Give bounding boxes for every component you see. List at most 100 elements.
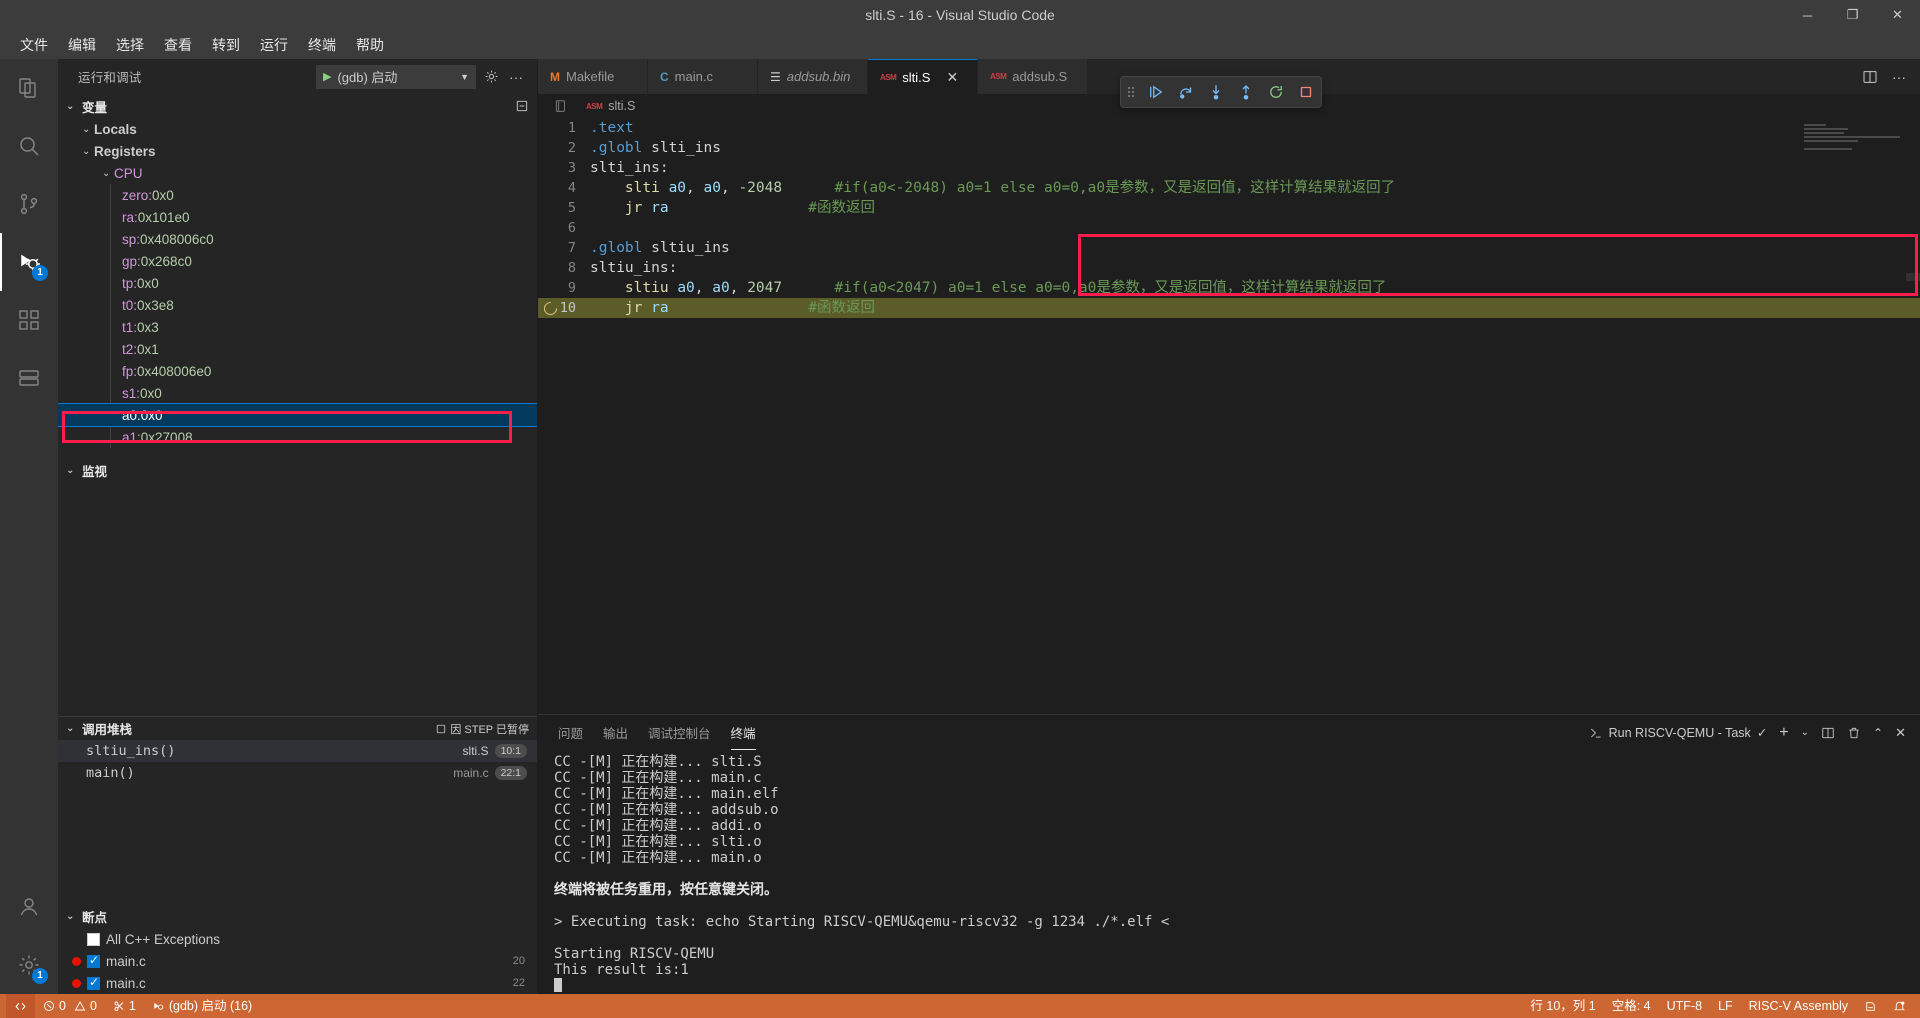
code-line[interactable]: 1 .text — [538, 118, 1920, 138]
menu-edit[interactable]: 编辑 — [58, 33, 106, 57]
stop-icon[interactable] — [1297, 83, 1315, 101]
register-row[interactable]: t1: 0x3 — [58, 316, 537, 338]
panel-tab[interactable]: 问题 — [558, 715, 583, 750]
variables-header[interactable]: ⌄ 变量 — [58, 94, 537, 118]
register-row[interactable]: t2: 0x1 — [58, 338, 537, 360]
callstack-frame[interactable]: main() main.c 22:1 — [58, 762, 537, 784]
remote-window-icon[interactable] — [6, 994, 35, 1018]
maximize-icon[interactable]: ❐ — [1830, 0, 1875, 30]
register-row[interactable]: sp: 0x408006c0 — [58, 228, 537, 250]
minimize-icon[interactable]: ─ — [1785, 0, 1830, 30]
extensions-icon[interactable] — [0, 291, 58, 349]
menu-help[interactable]: 帮助 — [346, 33, 394, 57]
panel-tab[interactable]: 调试控制台 — [648, 715, 711, 750]
breakpoint-checkbox[interactable] — [87, 953, 100, 968]
source-control-icon[interactable] — [0, 175, 58, 233]
explorer-icon[interactable] — [0, 59, 58, 117]
register-row[interactable]: s1: 0x0 — [58, 382, 537, 404]
breakpoint-row[interactable]: main.c 20 — [58, 950, 537, 972]
status-language-mode[interactable]: RISC-V Assembly — [1741, 994, 1856, 1018]
editor-tab[interactable]: Cmain.c — [648, 59, 758, 94]
menu-selection[interactable]: 选择 — [106, 33, 154, 57]
editor-more-actions-icon[interactable]: ··· — [1892, 69, 1906, 85]
terminal-task-chip[interactable]: Run RISCV-QEMU - Task ✓ — [1589, 725, 1767, 740]
code-editor[interactable]: 1 .text 2 .globl slti_ins 3 slti_ins: 4 slti a… — [538, 118, 1920, 714]
editor-tab[interactable]: M Makefile — [538, 59, 648, 94]
close-panel-icon[interactable]: ✕ — [1895, 725, 1906, 741]
code-line[interactable]: 7 .globl sltiu_ins — [538, 238, 1920, 258]
terminal-dropdown-icon[interactable]: ⌄ — [1801, 727, 1809, 738]
callstack-frame[interactable]: sltiu_ins() slti.S 10:1 — [58, 740, 537, 762]
settings-gear-icon[interactable]: 1 — [0, 936, 58, 994]
sidebar-more-actions-icon[interactable]: ··· — [507, 69, 525, 85]
status-encoding[interactable]: UTF-8 — [1659, 994, 1710, 1018]
drag-handle-icon[interactable] — [1127, 84, 1135, 100]
code-line[interactable]: 5 jr ra #函数返回 — [538, 198, 1920, 218]
register-row[interactable]: fp: 0x408006e0 — [58, 360, 537, 382]
status-indentation[interactable]: 空格: 4 — [1604, 994, 1659, 1018]
step-into-icon[interactable] — [1207, 83, 1225, 101]
status-debug-session[interactable]: (gdb) 启动 (16) — [144, 994, 260, 1018]
code-line[interactable]: 10 jr ra #函数返回 — [538, 298, 1920, 318]
register-row[interactable]: zero: 0x0 — [58, 184, 537, 206]
status-ports[interactable]: 1 — [105, 994, 144, 1018]
breakpoints-header[interactable]: ⌄ 断点 — [58, 904, 537, 928]
panel-tab[interactable]: 终端 — [730, 715, 756, 750]
breakpoint-checkbox[interactable] — [87, 932, 100, 946]
status-eol[interactable]: LF — [1710, 994, 1741, 1018]
maximize-panel-icon[interactable]: ⌃ — [1873, 726, 1883, 740]
new-terminal-icon[interactable]: + — [1779, 724, 1788, 742]
smiley-icon[interactable] — [1856, 994, 1885, 1018]
split-editor-icon[interactable] — [1862, 69, 1878, 85]
breakpoint-row[interactable]: All C++ Exceptions — [58, 928, 537, 950]
scrollbar-decoration[interactable] — [1906, 273, 1920, 281]
panel-tab[interactable]: 输出 — [603, 715, 628, 750]
register-row[interactable]: t0: 0x3e8 — [58, 294, 537, 316]
tree-item-registers[interactable]: ⌄ Registers — [58, 140, 537, 162]
menu-run[interactable]: 运行 — [250, 33, 298, 57]
register-row[interactable]: tp: 0x0 — [58, 272, 537, 294]
code-line[interactable]: 4 slti a0, a0, -2048 #if(a0<-2048) a0=1 … — [538, 178, 1920, 198]
register-row[interactable]: a1: 0x27008 — [58, 426, 537, 448]
accounts-icon[interactable] — [0, 878, 58, 936]
editor-tab[interactable]: ASM addsub.S — [978, 59, 1088, 94]
breakpoint-checkbox[interactable] — [87, 975, 100, 990]
debug-config-select[interactable]: ▶ (gdb) 启动 ▼ — [316, 64, 476, 89]
menu-go[interactable]: 转到 — [202, 33, 250, 57]
breadcrumb-file[interactable]: slti.S — [608, 99, 635, 113]
terminal-output[interactable]: CC -[M] 正在构建... slti.S CC -[M] 正在构建... ma… — [538, 750, 1920, 994]
tree-item-cpu[interactable]: ⌄ CPU — [58, 162, 537, 184]
run-and-debug-icon[interactable]: 1 — [0, 233, 58, 291]
code-line[interactable]: 3 slti_ins: — [538, 158, 1920, 178]
callstack-header[interactable]: ⌄ 调用堆栈 因 STEP 已暂停 — [58, 716, 537, 740]
tree-item-locals[interactable]: ⌄ Locals — [58, 118, 537, 140]
editor-tab[interactable]: ASM slti.S ✕ — [868, 59, 978, 94]
status-cursor-position[interactable]: 行 10，列 1 — [1522, 994, 1603, 1018]
breakpoint-row[interactable]: main.c 22 — [58, 972, 537, 994]
code-line[interactable]: 6 — [538, 218, 1920, 238]
restart-icon[interactable] — [1267, 83, 1285, 101]
code-line[interactable]: 2 .globl slti_ins — [538, 138, 1920, 158]
close-icon[interactable]: ✕ — [1875, 0, 1920, 30]
search-icon[interactable] — [0, 117, 58, 175]
minimap[interactable] — [1804, 124, 1904, 164]
status-problems[interactable]: 0 0 — [35, 994, 105, 1018]
tab-close-icon[interactable]: ✕ — [946, 69, 958, 86]
start-debug-icon[interactable]: ▶ — [323, 70, 331, 83]
menu-terminal[interactable]: 终端 — [298, 33, 346, 57]
debug-settings-gear-icon[interactable] — [482, 69, 501, 84]
chevron-down-icon[interactable]: ▼ — [460, 72, 469, 82]
split-terminal-icon[interactable] — [1821, 726, 1835, 740]
code-line[interactable]: 8 sltiu_ins: — [538, 258, 1920, 278]
menu-view[interactable]: 查看 — [154, 33, 202, 57]
register-row[interactable]: ra: 0x101e0 — [58, 206, 537, 228]
menu-file[interactable]: 文件 — [10, 33, 58, 57]
watch-header[interactable]: ⌄ 监视 — [58, 458, 537, 482]
editor-tab[interactable]: ☰ addsub.bin — [758, 59, 868, 94]
register-row[interactable]: a0: 0x0 — [58, 403, 537, 427]
step-out-icon[interactable] — [1237, 83, 1255, 101]
step-over-icon[interactable] — [1177, 83, 1195, 101]
remote-explorer-icon[interactable] — [0, 349, 58, 407]
code-line[interactable]: 9 sltiu a0, a0, 2047 #if(a0<2047) a0=1 e… — [538, 278, 1920, 298]
trash-icon[interactable] — [1847, 726, 1861, 740]
